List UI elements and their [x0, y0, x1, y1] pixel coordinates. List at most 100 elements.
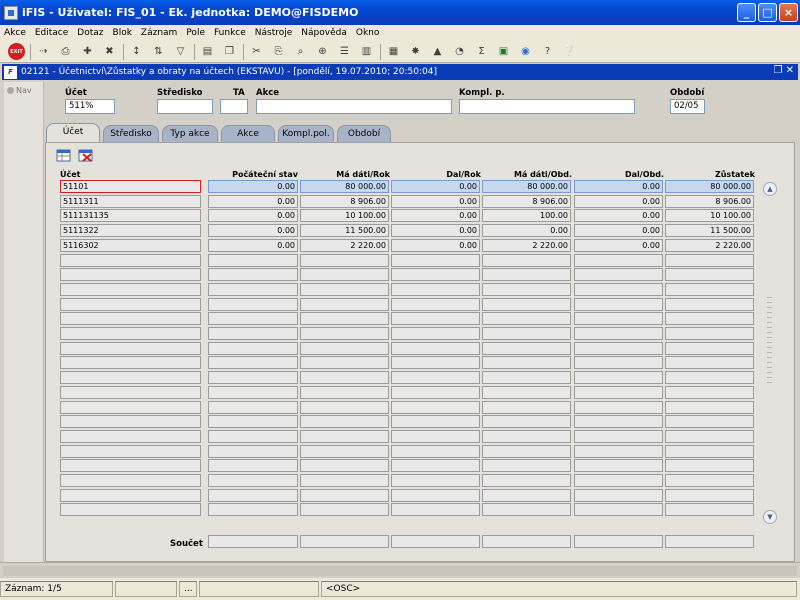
table-cell[interactable]: 10 100.00: [665, 209, 754, 223]
empty-cell[interactable]: [391, 400, 480, 414]
table-cell[interactable]: 11 500.00: [300, 224, 389, 238]
empty-cell[interactable]: [300, 327, 389, 340]
empty-cell[interactable]: [574, 400, 663, 414]
empty-cell[interactable]: [60, 341, 201, 355]
table-cell[interactable]: 80 000.00: [665, 180, 754, 193]
empty-cell[interactable]: [60, 312, 201, 326]
table-cell[interactable]: 0.00: [574, 224, 663, 238]
empty-cell[interactable]: [391, 268, 480, 282]
empty-cell[interactable]: [391, 429, 480, 443]
empty-cell[interactable]: [300, 268, 389, 282]
empty-cell[interactable]: [574, 268, 663, 282]
empty-cell[interactable]: [208, 444, 298, 458]
table-cell[interactable]: 511131135: [60, 209, 201, 223]
grid-export-icon[interactable]: [56, 149, 72, 163]
clock-icon[interactable]: ◔: [451, 43, 468, 60]
empty-cell[interactable]: [574, 488, 663, 502]
empty-cell[interactable]: [208, 282, 298, 296]
empty-cell[interactable]: [574, 503, 663, 517]
empty-cell[interactable]: [574, 385, 663, 399]
empty-cell[interactable]: [391, 385, 480, 399]
print-preview-icon[interactable]: ▤: [199, 43, 216, 60]
empty-cell[interactable]: [300, 444, 389, 458]
empty-cell[interactable]: [482, 268, 571, 282]
empty-cell[interactable]: [60, 415, 201, 429]
menu-blok[interactable]: Blok: [113, 28, 132, 38]
empty-cell[interactable]: [300, 371, 389, 385]
table-cell[interactable]: 0.00: [391, 194, 480, 208]
empty-cell[interactable]: [208, 253, 298, 267]
empty-cell[interactable]: [574, 297, 663, 311]
empty-cell[interactable]: [208, 268, 298, 282]
empty-cell[interactable]: [60, 444, 201, 458]
empty-cell[interactable]: [482, 327, 571, 340]
menu-zaznam[interactable]: Záznam: [141, 28, 177, 38]
table-cell[interactable]: 5111311: [60, 194, 201, 208]
navigator-button[interactable]: Nav: [4, 82, 43, 99]
empty-cell[interactable]: [60, 400, 201, 414]
empty-cell[interactable]: [482, 341, 571, 355]
empty-cell[interactable]: [60, 429, 201, 443]
calculator-icon[interactable]: ▦: [385, 43, 402, 60]
empty-cell[interactable]: [574, 341, 663, 355]
empty-cell[interactable]: [391, 297, 480, 311]
vertical-scrollbar[interactable]: ▲ ▼: [763, 182, 777, 524]
empty-cell[interactable]: [208, 312, 298, 326]
empty-cell[interactable]: [482, 488, 571, 502]
empty-cell[interactable]: [208, 327, 298, 340]
empty-cell[interactable]: [665, 503, 754, 517]
empty-cell[interactable]: [482, 371, 571, 385]
empty-cell[interactable]: [665, 297, 754, 311]
empty-cell[interactable]: [300, 297, 389, 311]
empty-cell[interactable]: [574, 327, 663, 340]
find-icon[interactable]: ⌕: [292, 43, 309, 60]
empty-cell[interactable]: [60, 253, 201, 267]
empty-cell[interactable]: [208, 429, 298, 443]
empty-cell[interactable]: [665, 459, 754, 473]
empty-cell[interactable]: [482, 503, 571, 517]
zoom-icon[interactable]: ⊕: [314, 43, 331, 60]
empty-cell[interactable]: [208, 415, 298, 429]
empty-cell[interactable]: [482, 312, 571, 326]
empty-cell[interactable]: [60, 371, 201, 385]
empty-cell[interactable]: [574, 282, 663, 296]
table-cell[interactable]: 0.00: [391, 209, 480, 223]
empty-cell[interactable]: [60, 297, 201, 311]
empty-cell[interactable]: [665, 429, 754, 443]
empty-cell[interactable]: [60, 503, 201, 517]
empty-cell[interactable]: [665, 356, 754, 370]
scroll-up-icon[interactable]: ▲: [763, 182, 777, 196]
empty-cell[interactable]: [665, 282, 754, 296]
empty-cell[interactable]: [665, 488, 754, 502]
sort-desc-icon[interactable]: ⇅: [150, 43, 167, 60]
empty-cell[interactable]: [482, 474, 571, 487]
empty-cell[interactable]: [60, 474, 201, 487]
table-cell[interactable]: 0.00: [391, 238, 480, 252]
close-button[interactable]: ×: [779, 3, 798, 22]
empty-cell[interactable]: [60, 282, 201, 296]
empty-cell[interactable]: [665, 268, 754, 282]
empty-cell[interactable]: [391, 415, 480, 429]
empty-cell[interactable]: [482, 400, 571, 414]
empty-cell[interactable]: [300, 415, 389, 429]
empty-cell[interactable]: [208, 356, 298, 370]
empty-cell[interactable]: [665, 474, 754, 487]
paste-icon[interactable]: ⎘: [270, 43, 287, 60]
empty-cell[interactable]: [391, 488, 480, 502]
empty-cell[interactable]: [391, 356, 480, 370]
menu-nastroje[interactable]: Nástroje: [255, 28, 293, 38]
table-cell[interactable]: 0.00: [574, 238, 663, 252]
table-cell[interactable]: 0.00: [391, 224, 480, 238]
empty-cell[interactable]: [300, 356, 389, 370]
table-cell[interactable]: 11 500.00: [665, 224, 754, 238]
table-cell[interactable]: 5116302: [60, 238, 201, 252]
ta-field[interactable]: [220, 99, 248, 114]
tab-kompl-pol[interactable]: Kompl.pol.: [278, 125, 334, 142]
empty-cell[interactable]: [665, 385, 754, 399]
empty-cell[interactable]: [482, 415, 571, 429]
empty-cell[interactable]: [665, 327, 754, 340]
empty-cell[interactable]: [482, 429, 571, 443]
tab-obdobi[interactable]: Období: [337, 125, 391, 142]
table-cell[interactable]: 2 220.00: [482, 238, 571, 252]
stredisko-field[interactable]: [157, 99, 213, 114]
